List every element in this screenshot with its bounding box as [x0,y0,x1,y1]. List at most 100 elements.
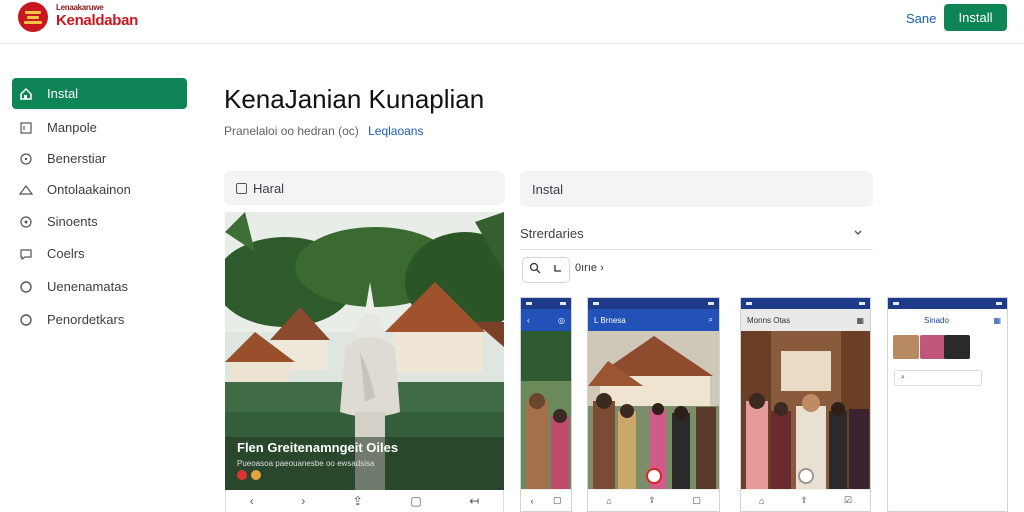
sidebar-item-uenenamatas[interactable]: Uenenamatas [12,271,187,302]
preview-image [741,331,870,491]
search-icon[interactable]: ⌕ [709,315,713,325]
sidebar-item-ontolaakainon[interactable]: Ontolaakainon [12,174,187,205]
sidebar-item-label: Instal [47,86,79,101]
status-bar [741,298,870,309]
checkbox-icon[interactable] [236,182,247,194]
sidebar-item-label: Ontolaakainon [47,182,131,197]
share-icon[interactable]: ⇪ [353,494,363,508]
phone-preview-4[interactable]: Sinado ▦ ⌕ [887,297,1008,512]
phone-preview-1[interactable]: ‹ ◎ ‹ ▢ [520,297,572,512]
strerdaries-select[interactable]: Strerdaries [520,218,873,250]
back-icon[interactable]: ‹ [527,316,530,325]
select-label: Strerdaries [520,226,584,241]
search-icon [529,261,541,279]
circle-icon [19,280,33,294]
record-button[interactable] [646,468,662,484]
sidebar-item-benerstiar[interactable]: Benerstiar [12,143,187,174]
status-bar [521,298,571,309]
sidebar-item-label: Sinoents [47,214,98,229]
reaction-icon[interactable] [237,470,247,480]
square-icon[interactable]: ▢ [410,494,421,508]
hero-image[interactable]: Flen Greitenamngeit Oiles Pueoasoa paeou… [225,212,504,490]
save-link[interactable]: Sane [906,11,936,26]
sidebar-item-label: Uenenamatas [47,279,128,294]
search-toggle[interactable] [522,257,570,283]
status-bar [588,298,719,309]
thumbnail-image[interactable] [944,335,970,359]
hero-reaction-icons [237,470,261,480]
bottom-nav: ⌂ ⇪ ☑ [741,489,870,511]
home-icon [19,87,33,101]
thumbnail-image[interactable] [920,335,946,359]
search-extra-label[interactable]: 0ırıe › [575,262,604,274]
brand-title: Kenaldaban [56,12,139,29]
subtitle-link[interactable]: Leqlaoans [368,124,423,138]
sidebar-item-manpole[interactable]: Manpole [12,112,187,143]
phone-preview-3[interactable]: Monns Otas ▦ ⌂ ⇪ ☑ [740,297,871,512]
undo-icon[interactable]: ↤ [469,494,479,508]
page-title: KenaJanian Kunaplian [224,84,485,114]
haral-label: Haral [253,180,285,196]
app-bar-title: Sinado [924,315,949,325]
hero-toolbar: ‹ › ⇪ ▢ ↤ [225,490,504,512]
sidebar-item-sinoents[interactable]: Sinoents [12,206,187,237]
sidebar-item-coelrs[interactable]: Coelrs [12,238,187,269]
sidebar-item-instal[interactable]: Instal [12,78,187,109]
bottom-nav: ‹ ▢ [521,489,571,511]
refresh-icon [552,261,564,279]
back-icon[interactable]: ‹ [531,496,534,506]
square-icon[interactable]: ▢ [553,495,562,506]
grid-icon[interactable]: ▦ [993,316,1001,325]
hero-caption: Flen Greitenamngeit Oiles [237,440,399,455]
home-icon[interactable]: ⌂ [606,496,611,506]
subtitle-text: Pranelaloi oo hedran (oc) [224,124,359,138]
instal-field-label: Instal [532,181,564,197]
chevron-right-icon: › [600,262,604,274]
app-bar-title: Monns Otas [747,315,791,325]
preview-image [521,331,571,491]
forward-icon[interactable]: › [301,494,305,508]
search-extra-text: 0ırıe [575,262,598,274]
grid-icon[interactable]: ▦ [856,316,864,325]
sidebar-item-label: Coelrs [47,246,85,261]
app-bar: L Brnesa ⌕ [588,309,719,331]
sidebar-item-label: Penordetkars [47,312,125,327]
square-icon[interactable]: ▢ [692,495,701,506]
install-button[interactable]: Install [944,4,1007,31]
page-subtitle: Pranelaloi oo hedran (oc) Leqlaoans [224,124,423,138]
cloud-icon [19,183,33,197]
clock-icon [19,152,33,166]
mini-search-input[interactable]: ⌕ [894,370,982,386]
brand-tagline: Lenaakaruwe [56,3,104,12]
sidebar-item-label: Manpole [47,120,97,135]
app-bar: Monns Otas ▦ [741,309,870,331]
bottom-nav: ⌂ ⇪ ▢ [588,489,719,511]
record-button[interactable] [798,468,814,484]
share-icon[interactable]: ⇪ [800,495,808,506]
chevron-down-icon [853,226,863,241]
share-icon[interactable]: ⇪ [648,495,656,506]
haral-field[interactable]: Haral [224,171,505,205]
sidebar-item-penordetkars[interactable]: Penordetkars [12,304,187,335]
target-icon [19,215,33,229]
thumbnail-image[interactable] [893,335,919,359]
instal-field[interactable]: Instal [520,171,873,207]
sidebar: Instal Manpole Benerstiar Ontolaakainon … [0,44,200,512]
phone-preview-2[interactable]: L Brnesa ⌕ ⌂ ⇪ ▢ [587,297,720,512]
preview-image [588,331,719,491]
circle-icon [19,313,33,327]
check-icon[interactable]: ☑ [844,495,852,506]
sidebar-item-label: Benerstiar [47,151,107,166]
compass-icon[interactable]: ◎ [558,316,565,325]
home-icon[interactable]: ⌂ [759,496,764,506]
chat-icon [19,247,33,261]
brand-logo-icon[interactable] [18,2,48,32]
back-icon[interactable]: ‹ [250,494,254,508]
app-bar-title: L Brnesa [594,315,626,325]
document-icon [19,121,33,135]
brand-name[interactable]: Lenaakaruwe Kenaldaban [56,3,139,29]
top-bar: Lenaakaruwe Kenaldaban Sane Install [0,0,1024,44]
reaction-icon[interactable] [251,470,261,480]
hero-subcaption: Pueoasoa paeouanesbe oo ewsadsisa [237,459,375,468]
app-bar: Sinado ▦ [888,309,1007,331]
